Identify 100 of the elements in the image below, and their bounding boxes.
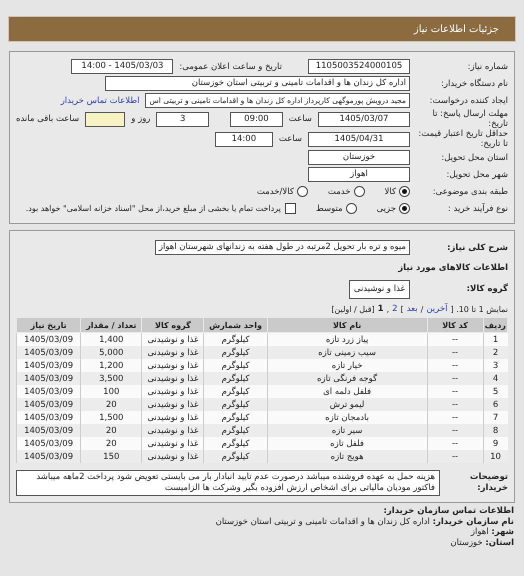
section-title: اطلاعات کالاهای مورد نیاز bbox=[398, 262, 508, 272]
table-cell: 1405/03/09 bbox=[16, 424, 81, 437]
table-cell: هویج تازه bbox=[267, 450, 428, 463]
field-label: استان محل تحویل: bbox=[440, 152, 508, 162]
pagination-text: , bbox=[386, 304, 390, 314]
pagination-text: [قبل / اولین] bbox=[331, 304, 375, 314]
current-page: 1 bbox=[378, 304, 384, 314]
table-cell: کیلوگرم bbox=[204, 411, 268, 424]
table-cell: کیلوگرم bbox=[204, 346, 268, 359]
text-field[interactable]: 3 bbox=[156, 112, 210, 126]
table-cell: 5 bbox=[483, 385, 508, 398]
table-cell: لیمو ترش bbox=[267, 398, 428, 411]
field-label: ساعت bbox=[278, 134, 302, 144]
table-cell: پیاز زرد تازه bbox=[267, 332, 428, 346]
radio-button[interactable] bbox=[399, 186, 410, 197]
table-cell: 20 bbox=[80, 398, 142, 411]
field-label: نام دستگاه خریدار: bbox=[440, 78, 508, 88]
table-cell: 2 bbox=[483, 346, 508, 359]
column-header: گروه کالا bbox=[142, 318, 204, 332]
table-cell: 4 bbox=[483, 372, 508, 385]
field-label: تاریخ و ساعت اعلان عمومی: bbox=[179, 62, 282, 72]
field-label: مهلت ارسال پاسخ: تا تاریخ: bbox=[432, 109, 508, 129]
field-label: کالا bbox=[384, 186, 396, 196]
text-field[interactable]: 1405/04/31 bbox=[308, 132, 410, 146]
text-field[interactable]: 1405/03/03 - 14:00 bbox=[71, 59, 174, 74]
checkbox[interactable] bbox=[284, 203, 296, 214]
table-cell: -- bbox=[427, 437, 484, 450]
text-field[interactable]: 09:00 bbox=[230, 112, 283, 126]
table-cell: فلفل تازه bbox=[267, 437, 428, 450]
field-label: توضیحات خریدار: bbox=[468, 472, 508, 494]
text-field[interactable]: اداره کل زندان ها و اقدامات تامینی و تربیتی استان خوزستان bbox=[105, 76, 410, 91]
table-cell: 1,400 bbox=[80, 332, 142, 346]
table-cell: -- bbox=[427, 332, 484, 346]
contact-link[interactable]: اطلاعات تماس خریدار bbox=[60, 96, 140, 106]
table-cell: -- bbox=[427, 411, 484, 424]
page-link[interactable]: 2 bbox=[392, 304, 398, 314]
table-cell: غذا و نوشیدنی bbox=[142, 411, 204, 424]
contact-title: اطلاعات تماس سازمان خریدار: bbox=[384, 506, 514, 516]
table-cell: غذا و نوشیدنی bbox=[142, 450, 204, 463]
table-cell: -- bbox=[427, 372, 484, 385]
table-cell: غذا و نوشیدنی bbox=[142, 359, 204, 372]
table-cell: 1405/03/09 bbox=[16, 359, 81, 372]
table-cell: 20 bbox=[80, 424, 142, 437]
radio-button[interactable] bbox=[346, 203, 357, 214]
column-header: تعداد / مقدار bbox=[80, 318, 142, 332]
field-label: گروه کالا: bbox=[466, 284, 508, 294]
table-cell: 1,200 bbox=[80, 359, 142, 372]
text-field[interactable]: غذا و نوشیدنی bbox=[348, 280, 410, 298]
table-cell: 1405/03/09 bbox=[16, 437, 81, 450]
field-label: شماره نیاز: bbox=[466, 62, 508, 72]
text-field[interactable]: 1105003524000105 bbox=[308, 59, 410, 74]
table-cell: سیب زمینی تازه bbox=[267, 346, 428, 359]
table-cell: کیلوگرم bbox=[204, 398, 268, 411]
contact-label: استان: bbox=[485, 538, 514, 548]
table-cell: -- bbox=[427, 398, 484, 411]
table-cell: غذا و نوشیدنی bbox=[142, 372, 204, 385]
page-link[interactable]: آخرین bbox=[426, 304, 448, 314]
table-cell: غذا و نوشیدنی bbox=[142, 424, 204, 437]
table-cell: کیلوگرم bbox=[204, 385, 268, 398]
table-cell: 100 bbox=[80, 385, 142, 398]
table-cell: کیلوگرم bbox=[204, 437, 268, 450]
table-cell: 10 bbox=[483, 450, 508, 463]
field-label: شرح کلی نیاز: bbox=[446, 242, 508, 252]
table-cell: خیار تازه bbox=[267, 359, 428, 372]
remaining-time-field bbox=[85, 112, 126, 126]
field-label: شهر محل تحویل: bbox=[445, 170, 508, 180]
contact-label: شهر: bbox=[491, 527, 514, 537]
page-link[interactable]: بعد bbox=[406, 304, 418, 314]
table-cell: غذا و نوشیدنی bbox=[142, 346, 204, 359]
table-cell: فلفل دلمه ای bbox=[267, 385, 428, 398]
table-cell: سیر تازه bbox=[267, 424, 428, 437]
table-cell: 1405/03/09 bbox=[16, 372, 81, 385]
table-cell: کیلوگرم bbox=[204, 450, 268, 463]
radio-button[interactable] bbox=[354, 186, 365, 197]
table-cell: کیلوگرم bbox=[204, 424, 268, 437]
notes-field[interactable]: هزینه حمل به عهده فروشنده میباشد درصورت عدم تایید انبادار بار می بایستی تعویض شود پرداخت 2ماهه میباشد فاکتور مودیان مالیاتی برای اشخاص ارزش افزوده بگیر وشرکت ها الزامیست bbox=[16, 470, 440, 496]
contact-value: خوزستان bbox=[450, 538, 483, 548]
table-cell: 1405/03/09 bbox=[16, 346, 81, 359]
field-label: خدمت bbox=[328, 186, 351, 196]
pagination-text: / bbox=[420, 304, 424, 314]
text-field[interactable]: 1405/03/07 bbox=[318, 112, 410, 126]
text-field[interactable]: خوزستان bbox=[308, 150, 410, 165]
table-cell: کیلوگرم bbox=[204, 372, 268, 385]
radio-button[interactable] bbox=[399, 203, 410, 214]
table-cell: -- bbox=[427, 359, 484, 372]
column-header: تاریخ نیاز bbox=[16, 318, 81, 332]
text-field[interactable]: اهواز bbox=[308, 167, 410, 182]
text-field[interactable]: میوه و تره بار تحویل 2مرتبه در طول هفته به زندانهای شهرستان اهواز bbox=[154, 240, 410, 255]
field-label: ساعت bbox=[288, 114, 312, 124]
field-label: کالا/خدمت bbox=[256, 186, 294, 196]
contact-value: اداره کل زندان ها و اقدامات تامینی و تربیتی استان خوزستان bbox=[216, 516, 430, 526]
radio-button[interactable] bbox=[296, 186, 308, 197]
field-label: طبقه بندی موضوعی: bbox=[432, 186, 508, 196]
pagination-text: ] bbox=[400, 304, 404, 314]
field-label: روز و bbox=[131, 114, 150, 124]
table-cell: 1405/03/09 bbox=[16, 411, 81, 424]
table-cell: 1 bbox=[483, 332, 508, 346]
text-field[interactable]: 14:00 bbox=[214, 132, 273, 146]
page-title: جزئیات اطلاعات نیاز bbox=[414, 24, 499, 34]
table-cell: کیلوگرم bbox=[204, 359, 268, 372]
